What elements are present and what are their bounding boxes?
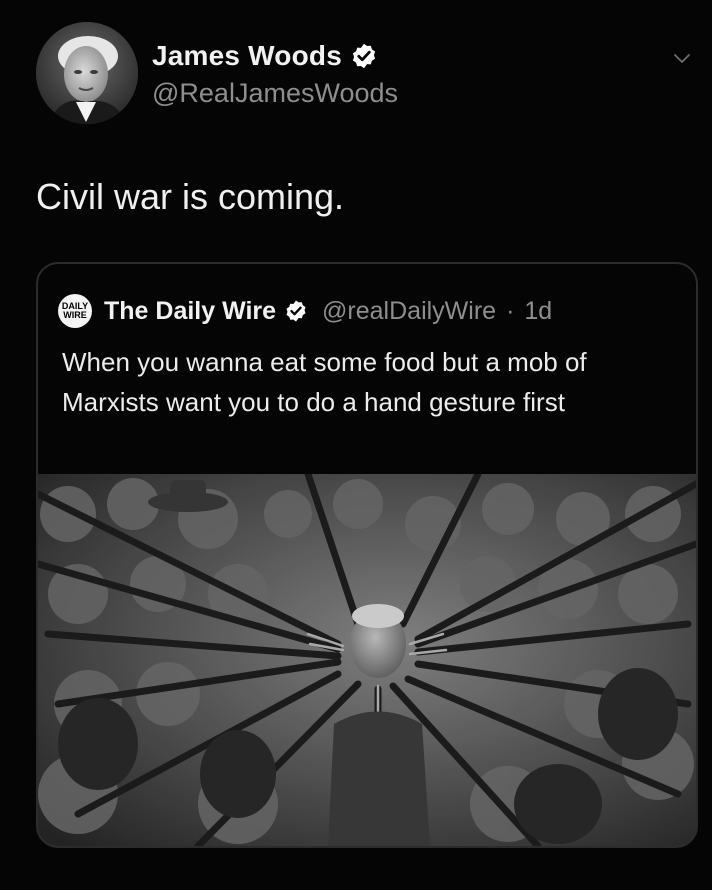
author-name-row: James Woods (152, 40, 398, 72)
separator-dot: · (506, 296, 515, 325)
author-name[interactable]: James Woods (152, 40, 342, 72)
quoted-tweet-card[interactable]: DAILY WIRE The Daily Wire @realDailyWire… (36, 262, 698, 848)
daily-wire-logo-icon[interactable]: DAILY WIRE (58, 294, 92, 328)
portrait-photo-icon (36, 22, 138, 124)
quoted-tweet-image[interactable] (38, 474, 696, 846)
author-handle[interactable]: @RealJamesWoods (152, 78, 398, 109)
quoted-timestamp[interactable]: 1d (524, 297, 552, 326)
soldiers-bayonets-photo-icon (38, 474, 696, 846)
tweet: James Woods @RealJamesWoods Civil war is… (0, 0, 712, 890)
author-info: James Woods @RealJamesWoods (152, 40, 398, 109)
author-avatar[interactable] (36, 22, 138, 124)
quoted-tweet-text: When you wanna eat some food but a mob o… (62, 347, 587, 417)
verified-badge-icon (286, 300, 306, 322)
quoted-tweet-header: DAILY WIRE The Daily Wire @realDailyWire… (58, 294, 552, 328)
quoted-author-name[interactable]: The Daily Wire (104, 297, 276, 326)
verified-badge-icon (352, 43, 376, 69)
tweet-text: Civil war is coming. (36, 176, 345, 217)
chevron-down-icon[interactable] (672, 48, 692, 68)
logo-line2: WIRE (63, 310, 87, 320)
quoted-author-handle[interactable]: @realDailyWire (322, 297, 496, 326)
